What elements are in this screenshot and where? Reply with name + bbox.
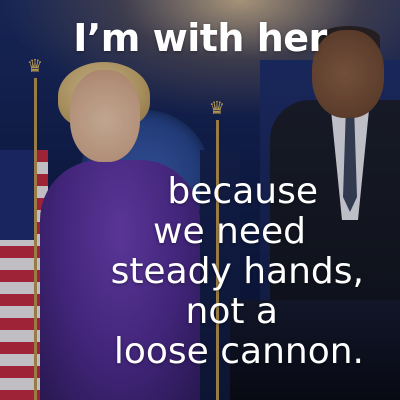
caption-line: steady hands, — [110, 251, 364, 292]
meme-image: ♛ ♛ I’m with her because we need steady … — [0, 0, 400, 400]
headline-text: I’m with her — [73, 16, 327, 60]
caption-line: we need — [153, 211, 306, 252]
caption-line: because — [167, 171, 318, 212]
caption-line: not a — [185, 291, 278, 332]
caption-line: loose cannon. — [113, 331, 364, 372]
caption-text: because we need steady hands, not a loos… — [44, 172, 364, 372]
